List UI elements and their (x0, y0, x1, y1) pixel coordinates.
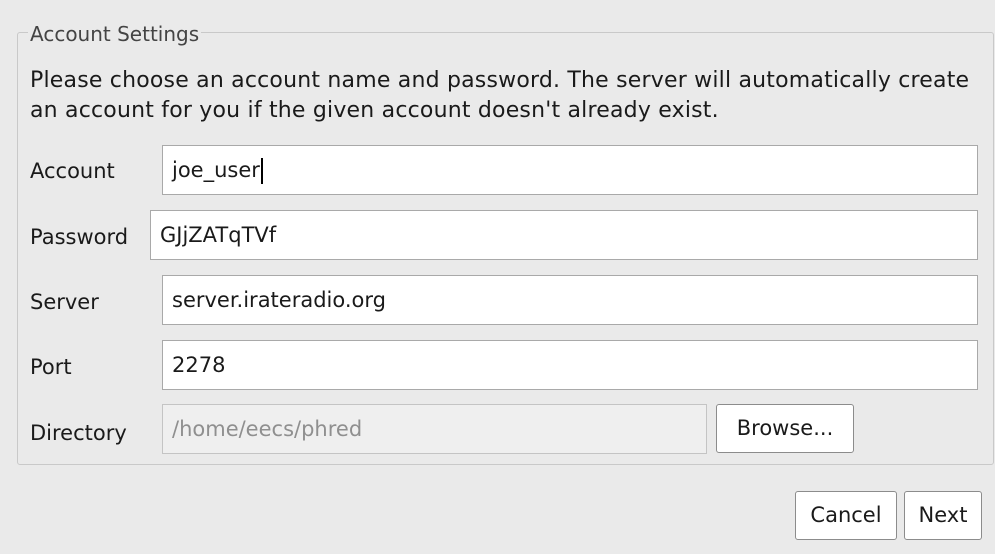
server-label: Server (30, 290, 99, 314)
account-value: joe_user (172, 158, 260, 182)
password-input[interactable]: GJjZATqTVf (150, 210, 978, 260)
account-settings-title: Account Settings (28, 22, 202, 46)
directory-label: Directory (30, 421, 127, 445)
account-input[interactable]: joe_user (162, 145, 978, 195)
port-label: Port (30, 355, 72, 379)
browse-button[interactable]: Browse... (716, 404, 854, 453)
text-cursor (260, 158, 263, 184)
account-settings-description: Please choose an account name and passwo… (30, 68, 970, 123)
next-button[interactable]: Next (904, 491, 982, 540)
cancel-button[interactable]: Cancel (795, 491, 897, 540)
account-label: Account (30, 159, 115, 183)
password-label: Password (30, 225, 129, 249)
server-input[interactable]: server.irateradio.org (162, 275, 978, 325)
directory-input: /home/eecs/phred (162, 404, 707, 454)
port-input[interactable]: 2278 (162, 340, 978, 390)
